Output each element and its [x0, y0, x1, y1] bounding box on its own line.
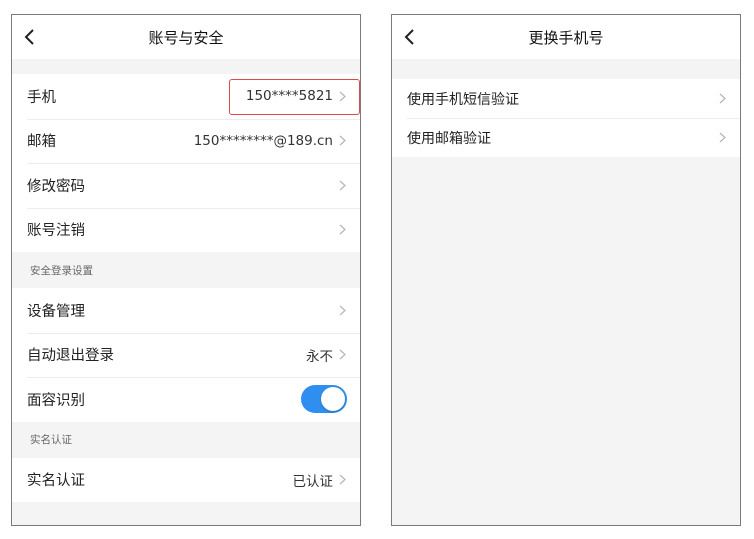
toggle-knob	[321, 387, 345, 412]
row-label: 实名认证	[27, 473, 85, 490]
row-label: 使用邮箱验证	[407, 130, 491, 147]
phone-value: 150****5821	[245, 88, 333, 105]
account-security-screen: 账号与安全 手机 150****5821 邮箱 150********@189.…	[11, 14, 361, 526]
row-face-id: 面容识别	[12, 377, 360, 422]
row-label: 邮箱	[27, 134, 56, 151]
chevron-right-icon	[339, 305, 346, 316]
row-label: 设备管理	[27, 303, 85, 320]
page-title: 账号与安全	[148, 28, 224, 47]
auto-logout-value: 永不	[306, 348, 333, 365]
chevron-right-icon	[339, 474, 346, 485]
email-value: 150********@189.cn	[193, 132, 333, 149]
chevron-right-icon	[339, 224, 346, 235]
row-auto-logout[interactable]: 自动退出登录 永不	[12, 332, 360, 377]
account-group: 手机 150****5821 邮箱 150********@189.cn 修改密…	[12, 74, 360, 252]
back-icon[interactable]	[400, 27, 420, 47]
row-sms-verify[interactable]: 使用手机短信验证	[392, 79, 740, 118]
row-label: 修改密码	[27, 178, 85, 195]
section-header-realname: 实名认证	[12, 421, 360, 458]
row-email[interactable]: 邮箱 150********@189.cn	[12, 118, 360, 163]
nav-bar: 更换手机号	[392, 15, 740, 59]
row-account-cancel[interactable]: 账号注销	[12, 207, 360, 252]
chevron-right-icon	[339, 349, 346, 360]
row-label: 使用手机短信验证	[407, 91, 519, 108]
face-id-toggle[interactable]	[301, 385, 347, 414]
nav-bar: 账号与安全	[12, 15, 360, 59]
page-title: 更换手机号	[528, 28, 604, 47]
back-icon[interactable]	[20, 27, 40, 47]
chevron-right-icon	[719, 132, 726, 143]
row-label: 自动退出登录	[27, 348, 114, 365]
verify-method-group: 使用手机短信验证 使用邮箱验证	[392, 79, 740, 157]
row-label: 账号注销	[27, 223, 85, 240]
row-phone[interactable]: 手机 150****5821	[12, 74, 360, 119]
realname-status: 已认证	[292, 473, 334, 490]
row-device-management[interactable]: 设备管理	[12, 288, 360, 333]
row-label: 面容识别	[27, 392, 85, 409]
security-group: 设备管理 自动退出登录 永不 面容识别	[12, 288, 360, 422]
row-label: 手机	[27, 89, 56, 106]
chevron-right-icon	[339, 135, 346, 146]
row-change-password[interactable]: 修改密码	[12, 163, 360, 208]
chevron-right-icon	[719, 93, 726, 104]
section-header-security: 安全登录设置	[12, 252, 360, 288]
change-phone-screen: 更换手机号 使用手机短信验证 使用邮箱验证	[391, 14, 741, 526]
chevron-right-icon	[339, 180, 346, 191]
chevron-right-icon	[339, 91, 346, 102]
row-realname[interactable]: 实名认证 已认证	[12, 457, 360, 502]
realname-group: 实名认证 已认证	[12, 457, 360, 502]
row-email-verify[interactable]: 使用邮箱验证	[392, 118, 740, 157]
